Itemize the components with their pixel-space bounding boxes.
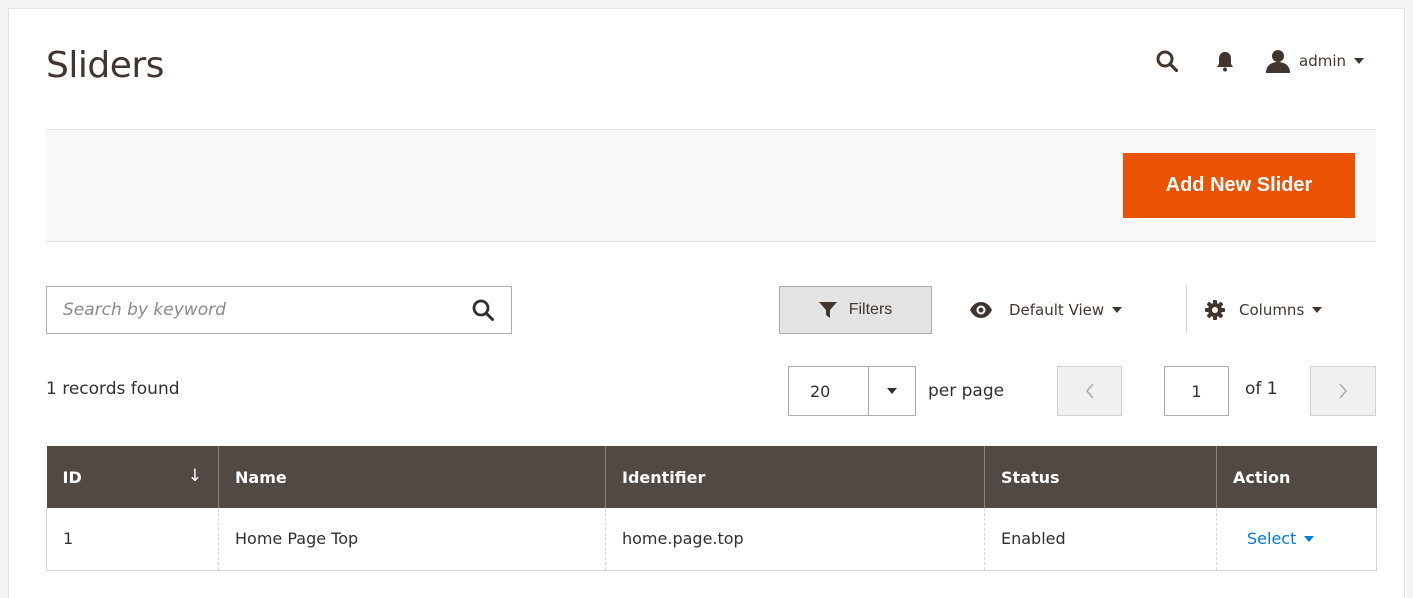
chevron-down-icon	[1304, 535, 1315, 542]
cell-status: Enabled	[984, 508, 1217, 571]
column-header-identifier[interactable]: Identifier	[605, 446, 985, 508]
add-new-slider-button[interactable]: Add New Slider	[1123, 153, 1355, 218]
columns-label: Columns	[1239, 301, 1305, 319]
sort-arrow-icon: ↓	[187, 466, 202, 486]
bell-icon	[1217, 52, 1233, 72]
cell-identifier: home.page.top	[605, 508, 985, 571]
chevron-left-icon	[1085, 383, 1094, 399]
column-header-label: Identifier	[622, 467, 706, 487]
columns-control[interactable]: Columns	[1205, 291, 1323, 329]
search-icon	[472, 299, 494, 321]
per-page-label: per page	[928, 381, 1005, 401]
user-menu[interactable]: admin	[1265, 49, 1364, 73]
column-header-label: ID	[62, 467, 82, 487]
current-page-input[interactable]	[1164, 366, 1229, 416]
search-submit-button[interactable]	[455, 287, 511, 333]
column-header-action: Action	[1216, 446, 1377, 508]
chevron-right-icon	[1339, 383, 1348, 399]
eye-icon	[969, 302, 993, 318]
search-icon	[1156, 50, 1178, 72]
column-header-id[interactable]: ID ↓	[46, 446, 219, 508]
chevron-down-icon	[1312, 307, 1323, 313]
column-header-status[interactable]: Status	[984, 446, 1217, 508]
filters-button[interactable]: Filters	[779, 286, 932, 334]
filters-label: Filters	[848, 301, 893, 318]
view-switcher[interactable]: Default View	[969, 291, 1123, 329]
cell-name: Home Page Top	[218, 508, 606, 571]
view-label: Default View	[1009, 301, 1105, 319]
per-page-value[interactable]: 20	[788, 366, 868, 416]
per-page-dropdown-button[interactable]	[868, 366, 916, 416]
search-input[interactable]	[47, 287, 455, 333]
header-actions: admin	[1149, 41, 1364, 81]
sliders-grid: ID ↓ Name Identifier Status Action 1 Hom…	[46, 446, 1377, 571]
user-name: admin	[1299, 52, 1346, 70]
page-actions-bar: Add New Slider	[46, 129, 1376, 242]
per-page-selector: 20 per page	[788, 366, 1004, 416]
keyword-search	[46, 286, 512, 334]
page-frame: Sliders admin Add New Slider Search by k…	[8, 8, 1405, 598]
column-header-label: Name	[235, 467, 287, 487]
records-count: 1 records found	[46, 379, 180, 399]
cell-action: Select	[1216, 508, 1377, 571]
column-header-label: Action	[1233, 467, 1291, 487]
cell-id: 1	[46, 508, 219, 571]
total-pages: of 1	[1245, 379, 1278, 399]
column-header-label: Status	[1001, 467, 1060, 487]
column-header-name[interactable]: Name	[218, 446, 606, 508]
global-search-button[interactable]	[1149, 41, 1185, 81]
filter-icon	[818, 302, 837, 318]
next-page-button[interactable]	[1310, 366, 1376, 416]
chevron-down-icon	[1354, 58, 1364, 64]
previous-page-button[interactable]	[1057, 366, 1122, 416]
gear-icon	[1205, 300, 1225, 320]
chevron-down-icon	[887, 388, 897, 394]
table-row[interactable]: 1 Home Page Top home.page.top Enabled Se…	[46, 508, 1377, 571]
toolbar-divider	[1186, 285, 1187, 333]
row-action-select[interactable]: Select	[1247, 529, 1315, 549]
grid-header-row: ID ↓ Name Identifier Status Action	[46, 446, 1377, 508]
notifications-button[interactable]	[1207, 41, 1243, 81]
page-title: Sliders	[46, 45, 164, 86]
select-label: Select	[1247, 529, 1297, 549]
chevron-down-icon	[1112, 307, 1123, 313]
user-icon	[1266, 50, 1290, 73]
